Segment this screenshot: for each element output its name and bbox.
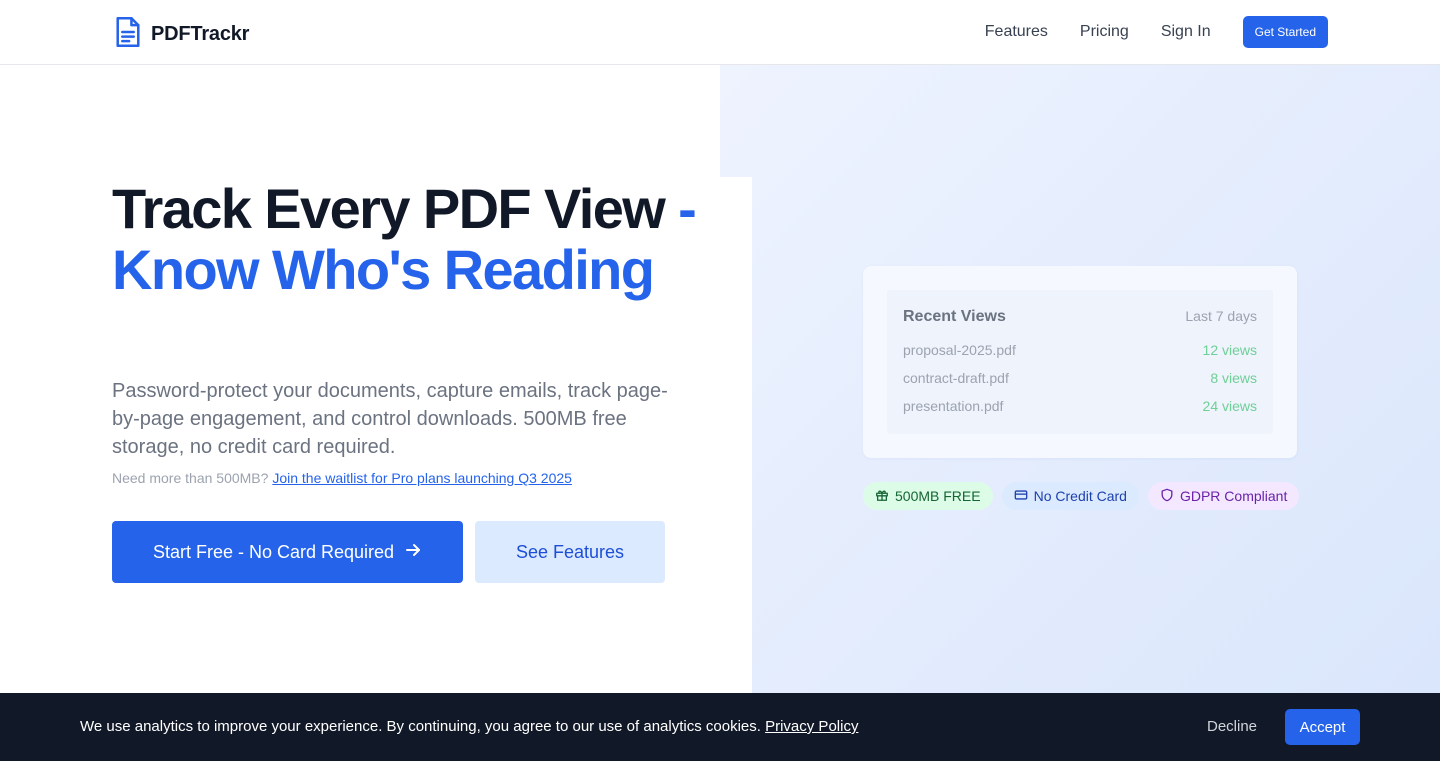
brand-logo[interactable]: PDFTrackr <box>114 16 249 53</box>
list-item: proposal-2025.pdf 12 views <box>903 340 1257 360</box>
document-icon <box>114 16 142 53</box>
recent-views-title: Recent Views <box>903 308 1006 325</box>
view-count: 24 views <box>1202 398 1257 414</box>
waitlist-note: Need more than 500MB? Join the waitlist … <box>112 470 572 486</box>
nav-features-link[interactable]: Features <box>985 16 1048 48</box>
see-features-button[interactable]: See Features <box>475 521 665 583</box>
waitlist-prefix: Need more than 500MB? <box>112 470 269 486</box>
file-name: proposal-2025.pdf <box>903 342 1016 358</box>
nav-sign-in-link[interactable]: Sign In <box>1161 16 1211 48</box>
no-credit-card-badge: No Credit Card <box>1001 482 1139 510</box>
nav-pricing-link[interactable]: Pricing <box>1080 16 1129 48</box>
accept-button[interactable]: Accept <box>1285 709 1360 745</box>
badge-label: 500MB FREE <box>895 488 981 504</box>
main-nav: Features Pricing Sign In Get Started <box>985 16 1328 48</box>
recent-views-header: Recent Views Last 7 days <box>903 308 1257 326</box>
site-header: PDFTrackr Features Pricing Sign In Get S… <box>0 0 1440 65</box>
free-storage-badge: 500MB FREE <box>863 482 993 510</box>
cookie-message: We use analytics to improve your experie… <box>80 718 858 735</box>
start-free-button[interactable]: Start Free - No Card Required <box>112 521 463 583</box>
brand-name: PDFTrackr <box>151 23 250 45</box>
badge-label: No Credit Card <box>1033 488 1127 504</box>
privacy-policy-link[interactable]: Privacy Policy <box>765 718 858 735</box>
start-free-label: Start Free - No Card Required <box>152 541 395 562</box>
arrow-right-icon <box>404 541 422 564</box>
cookie-text: We use analytics to improve your experie… <box>80 718 761 735</box>
decline-button[interactable]: Decline <box>1207 718 1257 735</box>
cookie-banner: We use analytics to improve your experie… <box>0 693 1440 761</box>
list-item: contract-draft.pdf 8 views <box>903 368 1257 388</box>
waitlist-link[interactable]: Join the waitlist for Pro plans launchin… <box>272 470 572 486</box>
gdpr-badge: GDPR Compliant <box>1147 482 1300 510</box>
recent-views-panel: Recent Views Last 7 days proposal-2025.p… <box>887 290 1273 434</box>
view-count: 8 views <box>1210 370 1257 386</box>
badge-label: GDPR Compliant <box>1179 488 1288 504</box>
feature-badges: 500MB FREE No Credit Card GDPR Compliant <box>863 482 1300 510</box>
file-name: presentation.pdf <box>903 398 1004 414</box>
shield-icon <box>1160 488 1174 505</box>
recent-views-range: Last 7 days <box>1185 308 1257 324</box>
headline-main: Track Every PDF View <box>112 177 666 240</box>
list-item: presentation.pdf 24 views <box>903 396 1257 416</box>
view-count: 12 views <box>1202 342 1257 358</box>
gift-icon <box>875 488 889 505</box>
recent-views-card: Recent Views Last 7 days proposal-2025.p… <box>863 266 1297 458</box>
credit-card-icon <box>1014 488 1028 505</box>
hero-headline: Track Every PDF View - Know Who's Readin… <box>112 178 732 300</box>
get-started-button[interactable]: Get Started <box>1242 16 1328 48</box>
hero-subtitle: Password-protect your documents, capture… <box>112 380 668 458</box>
file-name: contract-draft.pdf <box>903 370 1009 386</box>
